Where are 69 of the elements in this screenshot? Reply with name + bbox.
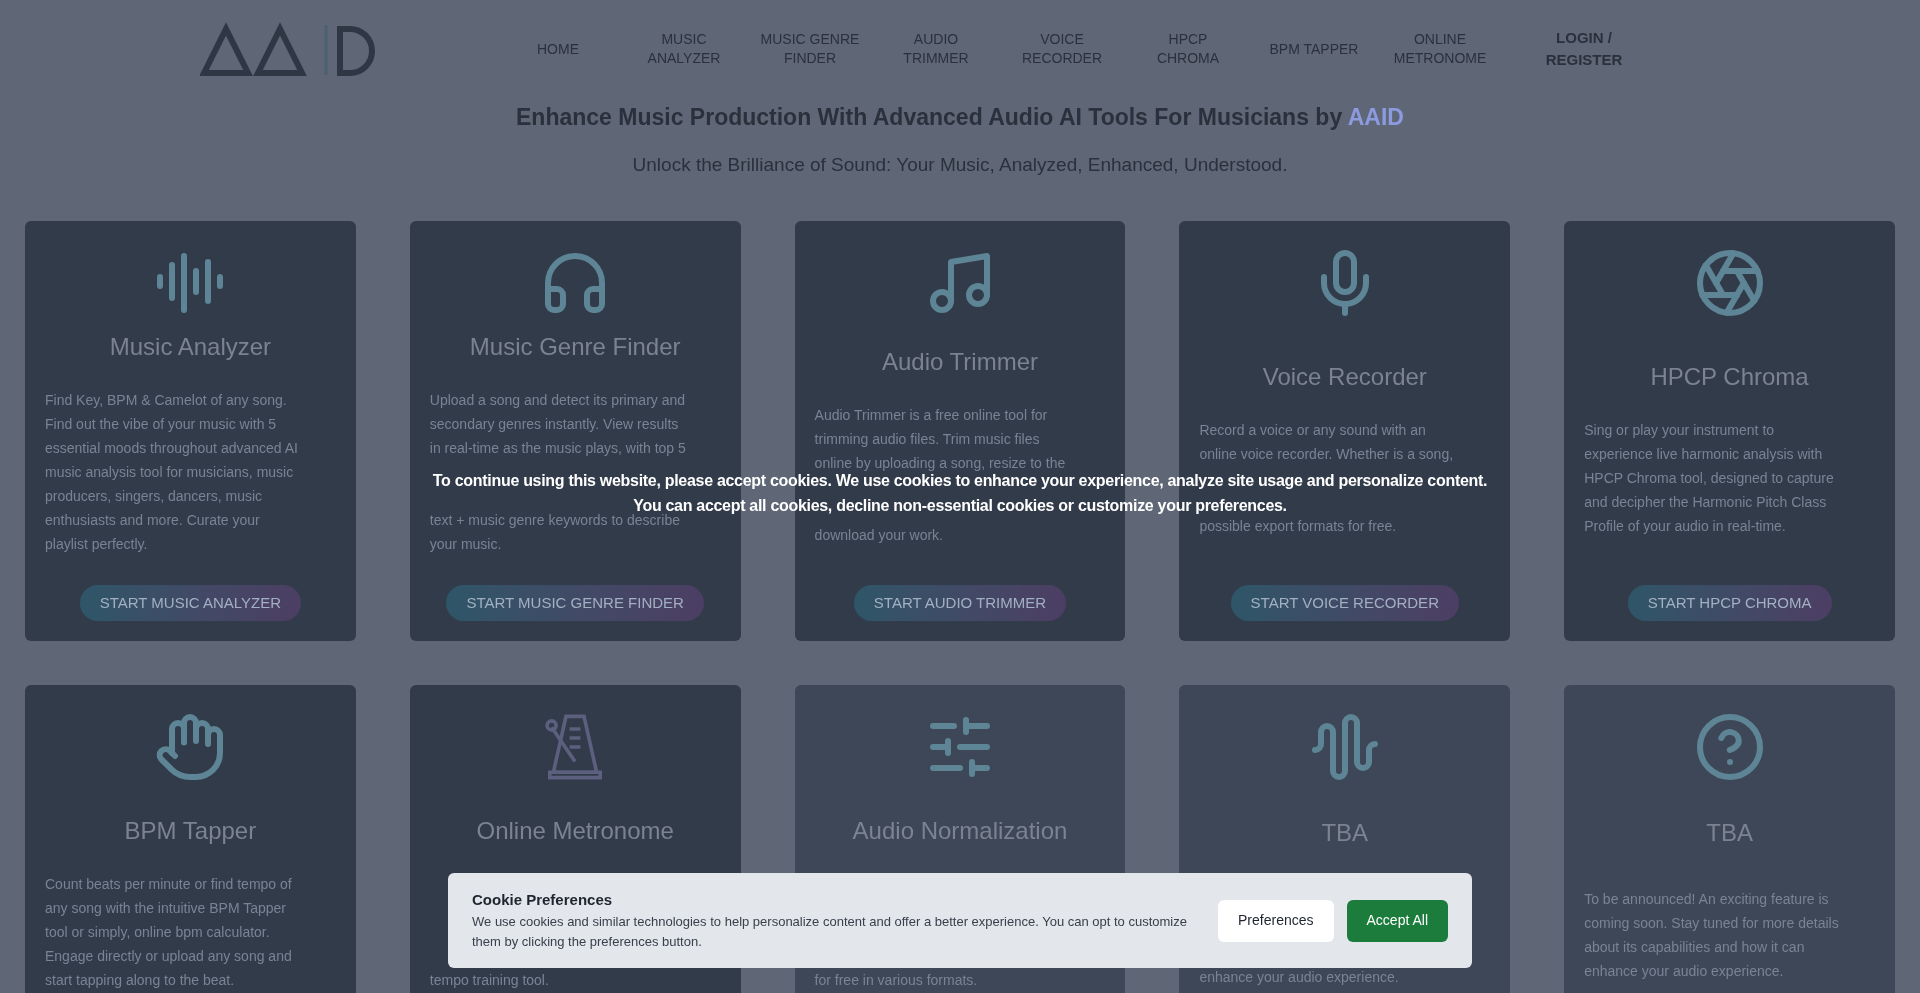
- card-description-line: tool or simply, online bpm calculator.: [45, 924, 270, 940]
- card-description-line: Sing or play your instrument to: [1584, 422, 1775, 438]
- nav-link[interactable]: HPCP CHROMA: [1134, 30, 1242, 68]
- card-description-line: download your work.: [814, 527, 943, 543]
- card-description-line: start tapping along to the beat.: [45, 972, 235, 988]
- card-title: Music Analyzer: [109, 332, 272, 362]
- cookie-banner-title: Cookie Preferences: [472, 890, 614, 911]
- card-description-line: Record a voice or any sound with an: [1199, 422, 1426, 438]
- nav-link[interactable]: AUDIO TRIMMER: [882, 30, 990, 68]
- card-description-line: enhance your audio experience.: [1199, 969, 1399, 985]
- card-description-line: and decipher the Harmonic Pitch Class: [1584, 494, 1827, 510]
- card-description-line: HPCP Chroma tool, designed to capture: [1584, 470, 1834, 486]
- card-description-line: online by uploading a song, resize to the: [814, 455, 1066, 471]
- page-headline: Enhance Music Production With Advanced Audio AI Tools For Musicians by: [516, 104, 1343, 130]
- nav-link[interactable]: MUSIC GENRE FINDER: [756, 30, 864, 68]
- nav-link[interactable]: HOME: [504, 39, 612, 59]
- nav-link[interactable]: ONLINE METRONOME: [1386, 30, 1494, 68]
- start-tool-button[interactable]: START MUSIC ANALYZER: [79, 585, 302, 621]
- card-description-line: Audio Trimmer is a free online tool for: [814, 407, 1048, 423]
- start-tool-button[interactable]: START AUDIO TRIMMER: [853, 585, 1067, 621]
- card-description-line: music analysis tool for musicians, music: [45, 464, 294, 480]
- nav-link[interactable]: BPM TAPPER: [1260, 39, 1368, 59]
- card-title: BPM Tapper: [124, 816, 257, 846]
- card-description-line: Find Key, BPM & Camelot of any song.: [45, 392, 287, 408]
- card-description-line: essential moods throughout advanced AI: [45, 440, 298, 456]
- card-title: Online Metronome: [476, 816, 674, 846]
- login-link[interactable]: LOGIN / REGISTER: [1542, 27, 1626, 71]
- cookie-notice-text: To continue using this website, please accept cookies. We use cookies to enhance your experience, analyze site usage and personalize content.: [432, 473, 1488, 489]
- card-description-line: enhance your audio experience.: [1584, 963, 1784, 979]
- card-title: Voice Recorder: [1262, 362, 1427, 392]
- card-description-line: trimming audio files. Trim music files: [814, 431, 1040, 447]
- card-description-line: your music.: [429, 536, 502, 552]
- card-description-line: playlist perfectly.: [45, 536, 148, 552]
- nav-link[interactable]: MUSIC ANALYZER: [630, 30, 738, 68]
- card-description-line: To be announced! An exciting feature is: [1584, 891, 1829, 907]
- card-description-line: experience live harmonic analysis with: [1584, 446, 1823, 462]
- page-subtitle: Unlock the Brilliance of Sound: Your Music, Analyzed, Enhanced, Understood.: [631, 152, 1289, 177]
- card-description-line: text + music genre keywords to describe: [429, 512, 680, 528]
- card-description-line: about its capabilities and how it can: [1584, 939, 1805, 955]
- card-description-line: online voice recorder. Whether is a song,: [1199, 446, 1454, 462]
- cookie-banner-text: We use cookies and similar technologies to help personalize content and offer a better experience. You can opt to customize them by clicking the preferences button.: [472, 912, 1188, 951]
- card-description-line: enthusiasts and more. Curate your: [45, 512, 260, 528]
- card-description-line: possible export formats for free.: [1199, 518, 1397, 534]
- preferences-button[interactable]: Preferences: [1218, 899, 1334, 942]
- card-title: Audio Trimmer: [881, 347, 1038, 377]
- start-tool-button[interactable]: START VOICE RECORDER: [1230, 585, 1459, 621]
- card-description-line: producers, singers, dancers, music: [45, 488, 263, 504]
- card-description-line: in real-time as the music plays, with top 5: [429, 440, 686, 456]
- card-title: TBA: [1321, 818, 1369, 848]
- card-title: TBA: [1706, 818, 1753, 848]
- card-description-line: Count beats per minute or find tempo of: [45, 876, 292, 892]
- start-tool-button[interactable]: START HPCP CHROMA: [1627, 585, 1832, 621]
- card-description-line: secondary genres instantly. View results: [429, 416, 679, 432]
- card-description-line: Engage directly or upload any song and: [45, 948, 292, 964]
- card-description-line: Profile of your audio in real-time.: [1584, 518, 1786, 534]
- cookie-notice-text: You can accept all cookies, decline non-essential cookies or customize your preferences.: [633, 498, 1287, 514]
- card-description-line: any song with the intuitive BPM Tapper: [45, 900, 286, 916]
- card-title: Audio Normalization: [852, 816, 1068, 846]
- card-title: Music Genre Finder: [469, 332, 681, 362]
- accept-all-button[interactable]: Accept All: [1346, 899, 1448, 942]
- nav-link[interactable]: VOICE RECORDER: [1008, 30, 1116, 68]
- card-description-line: tempo training tool.: [429, 972, 549, 988]
- start-tool-button[interactable]: START MUSIC GENRE FINDER: [446, 585, 704, 621]
- card-description-line: coming soon. Stay tuned for more details: [1584, 915, 1839, 931]
- card-description-line: for free in various formats.: [814, 972, 978, 988]
- card-description-line: Upload a song and detect its primary and: [429, 392, 686, 408]
- brand-link[interactable]: AAID: [1347, 104, 1404, 130]
- card-description-line: Find out the vibe of your music with 5: [45, 416, 277, 432]
- card-title: HPCP Chroma: [1650, 362, 1809, 392]
